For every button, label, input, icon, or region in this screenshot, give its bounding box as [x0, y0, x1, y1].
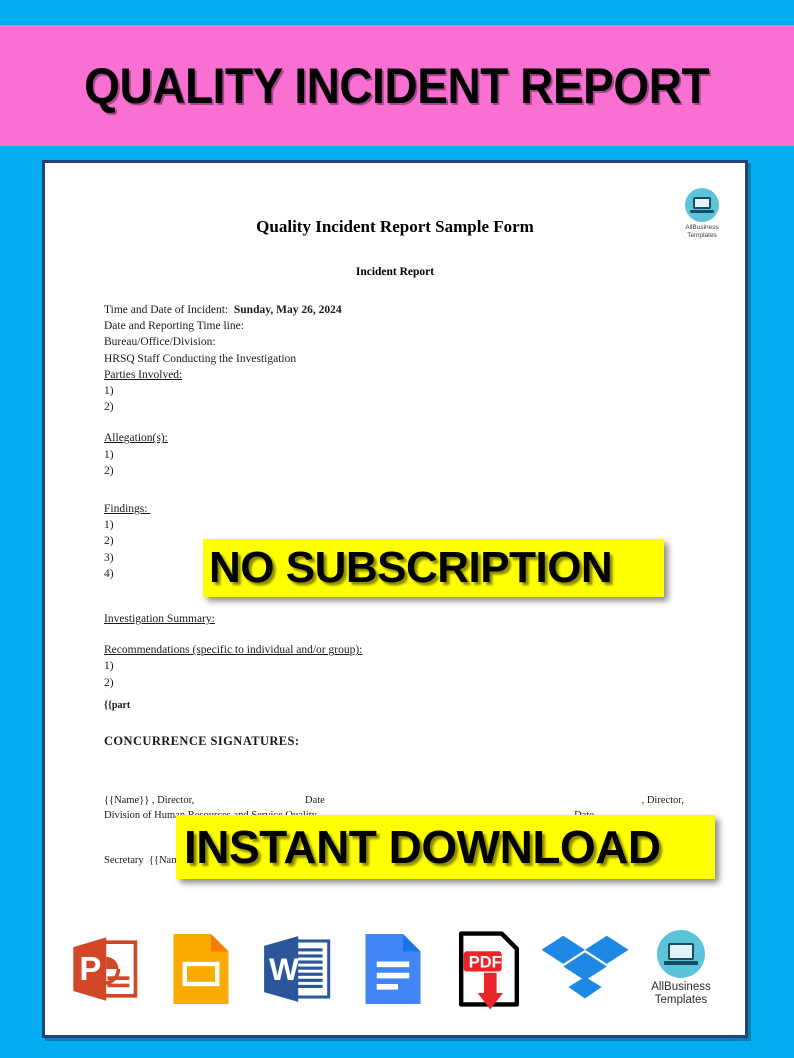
footer-logo-line-1: AllBusiness	[651, 981, 711, 993]
list-item: 1)	[104, 385, 114, 398]
promo-badge-no-subscription: NO SUBSCRIPTION	[203, 539, 664, 597]
promo-badge-instant-download: INSTANT DOWNLOAD	[176, 815, 715, 879]
document-body: AllBusiness Templates Quality Incident R…	[45, 163, 745, 1035]
laptop-icon	[685, 188, 719, 222]
list-item: 2)	[104, 676, 114, 689]
field-row-reporting-timeline: Date and Reporting Time line:	[104, 320, 244, 333]
word-icon[interactable]: W	[251, 919, 343, 1019]
section-heading-parties-involved: Parties Involved:	[104, 368, 183, 381]
promo-label: NO SUBSCRIPTION	[209, 543, 613, 592]
google-docs-icon[interactable]	[347, 919, 439, 1019]
dropbox-icon[interactable]	[539, 919, 631, 1019]
document-subtitle: Incident Report	[355, 266, 435, 278]
page-title: QUALITY INCIDENT REPORT	[84, 57, 710, 114]
list-item: 1)	[104, 660, 114, 673]
svg-text:P: P	[79, 949, 101, 986]
allbusiness-templates-icon: AllBusiness Templates	[676, 188, 728, 239]
document-preview-page: AllBusiness Templates Quality Incident R…	[42, 160, 748, 1038]
document-title: Quality Incident Report Sample Form	[256, 217, 534, 236]
logo-line-2: Templates	[687, 231, 717, 239]
svg-text:W: W	[269, 950, 299, 986]
concurrence-signatures-heading: CONCURRENCE SIGNATURES:	[104, 734, 300, 749]
field-label: Time and Date of Incident:	[104, 304, 234, 316]
allbusiness-templates-icon[interactable]: AllBusiness Templates	[635, 919, 727, 1019]
google-slides-icon[interactable]	[155, 919, 247, 1019]
field-row-incident-datetime: Time and Date of Incident: Sunday, May 2…	[104, 302, 745, 318]
pdf-badge-label: PDF	[469, 953, 502, 971]
list-item: 2)	[104, 401, 114, 414]
section-heading-recommendations: Recommendations (specific to individual …	[104, 644, 363, 657]
page-header-banner: QUALITY INCIDENT REPORT	[0, 25, 794, 146]
promo-label: INSTANT DOWNLOAD	[184, 821, 661, 873]
footer-logo-line-2: Templates	[654, 994, 708, 1006]
list-item: 2)	[104, 464, 114, 477]
section-heading-allegations: Allegation(s):	[104, 432, 168, 445]
logo-line-1: AllBusiness	[685, 224, 719, 231]
field-value: Sunday, May 26, 2024	[233, 304, 342, 316]
merge-field-placeholder: {{part	[104, 699, 131, 711]
powerpoint-icon[interactable]: P	[59, 919, 151, 1019]
list-item: 1)	[104, 519, 114, 532]
file-format-icon-row: P W PDF AllBusiness Templates	[45, 916, 745, 1021]
list-item: 1)	[104, 448, 114, 461]
signature-right-name: , Director,	[641, 795, 684, 807]
section-heading-findings: Findings:	[104, 503, 151, 516]
pdf-download-icon[interactable]: PDF	[443, 919, 535, 1019]
field-row-hrsq-staff: HRSQ Staff Conducting the Investigation	[104, 352, 297, 365]
signature-left-date-label: Date	[305, 795, 325, 807]
field-row-bureau-office-division: Bureau/Office/Division:	[104, 336, 216, 349]
laptop-icon	[656, 930, 705, 978]
signature-left-name: {{Name}} , Director,	[104, 795, 195, 807]
section-heading-investigation-summary: Investigation Summary:	[104, 613, 215, 626]
